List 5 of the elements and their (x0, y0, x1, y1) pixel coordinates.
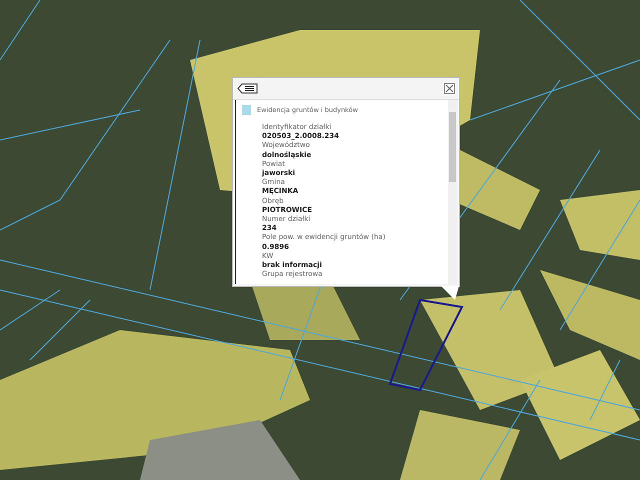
close-icon (445, 84, 454, 93)
list-back-button[interactable] (237, 83, 259, 94)
scrollbar[interactable] (448, 100, 457, 284)
list-icon (237, 83, 259, 94)
close-button[interactable] (444, 83, 455, 94)
